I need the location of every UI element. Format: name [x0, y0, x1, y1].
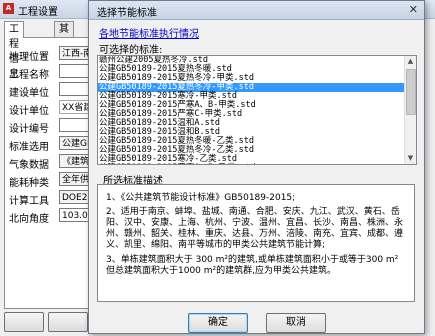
description-box: 1、《公共建筑节能设计标准》GB50189-2015; 2、适用于南京、蚌埠、盐… — [97, 184, 415, 302]
standard-label: 标准选用 — [9, 142, 49, 153]
weather-label: 气象数据 — [9, 160, 49, 171]
designer-label: 设计单位 — [9, 106, 49, 117]
select-standard-dialog: 选择节能标准 ✕ 各地节能标准执行情况 可选择的标准: 赣州公建2005夏热冬冷… — [88, 0, 425, 334]
description-line-1: 1、《公共建筑节能设计标准》GB50189-2015; — [106, 193, 296, 203]
dialog-title: 选择节能标准 — [97, 8, 157, 19]
builder-label: 建设单位 — [9, 88, 49, 99]
calc-tool-label: 计算工具 — [9, 196, 49, 207]
app-logo-icon: A — [3, 3, 14, 14]
project-settings-title: 工程设置 — [18, 7, 58, 18]
standards-list: 赣州公建2005夏热冬冷.std 公建GB50189-2015夏热冬暖.std 公建… — [98, 56, 404, 164]
bg-button-1[interactable] — [4, 312, 44, 332]
scrollbar-thumb[interactable] — [406, 69, 416, 115]
tab-other-settings[interactable]: 其他设置 — [54, 21, 74, 80]
ok-button[interactable]: 确定 — [188, 313, 248, 333]
cancel-button[interactable]: 取消 — [266, 313, 326, 333]
standards-listbox[interactable]: 赣州公建2005夏热冬冷.std 公建GB50189-2015夏热冬暖.std 公建… — [97, 55, 417, 165]
description-line-2: 2、适用于南京、蚌埠、盐城、南通、合肥、安庆、九江、武汉、黄石、岳阳、汉中、安康… — [106, 207, 404, 250]
scroll-down-icon[interactable]: ▼ — [405, 153, 416, 164]
standards-status-link[interactable]: 各地节能标准执行情况 — [99, 25, 199, 40]
close-icon[interactable]: ✕ — [409, 3, 418, 16]
listbox-scrollbar[interactable]: ▲ ▼ — [404, 56, 416, 164]
tab-project-info[interactable]: 工程信息 — [4, 21, 24, 80]
energy-type-label: 能耗种类 — [9, 178, 49, 189]
dialog-titlebar: 选择节能标准 ✕ — [89, 1, 424, 20]
bg-button-2[interactable] — [48, 312, 88, 332]
north-angle-label: 北向角度 — [9, 214, 49, 225]
design-no-label: 设计编号 — [9, 124, 49, 135]
description-line-3: 3、单栋建筑面积大于 300 m²的建筑,或单栋建筑面积小于或等于300 m²但… — [106, 255, 399, 276]
scroll-up-icon[interactable]: ▲ — [405, 56, 416, 67]
available-standards-label: 可选择的标准: — [99, 45, 163, 56]
